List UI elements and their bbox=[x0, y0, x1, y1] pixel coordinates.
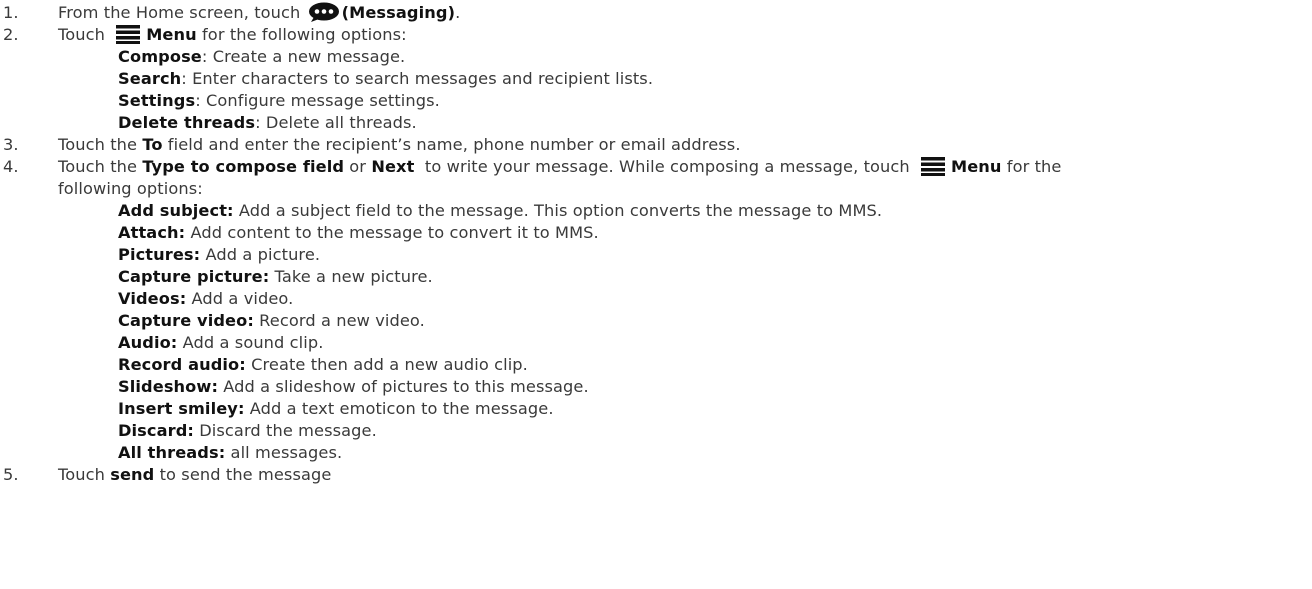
messaging-bubble-icon bbox=[308, 2, 340, 22]
step-text: Touch the Type to compose field or Next … bbox=[58, 156, 1062, 176]
step-4-continuation: following options: bbox=[58, 179, 203, 198]
menu-icon bbox=[919, 156, 947, 176]
option-item: Capture video: Record a new video. bbox=[118, 311, 425, 330]
step-number: 5. bbox=[3, 465, 19, 484]
step-text: Touch the To field and enter the recipie… bbox=[58, 135, 741, 154]
option-item: Delete threads: Delete all threads. bbox=[118, 113, 417, 132]
option-item: All threads: all messages. bbox=[118, 443, 343, 462]
step-4: 4. Touch the Type to compose field or Ne… bbox=[0, 156, 1312, 178]
step-number: 1. bbox=[3, 3, 19, 22]
instructions-document: 1. From the Home screen, touch (Messagin… bbox=[0, 0, 1312, 486]
option-item: Audio: Add a sound clip. bbox=[118, 333, 324, 352]
step-number: 3. bbox=[3, 135, 19, 154]
option-item: Videos: Add a video. bbox=[118, 289, 294, 308]
option-item: Compose: Create a new message. bbox=[118, 47, 406, 66]
step-5: 5. Touch send to send the message bbox=[0, 464, 1312, 486]
option-item: Capture picture: Take a new picture. bbox=[118, 267, 433, 286]
option-item: Settings: Configure message settings. bbox=[118, 91, 440, 110]
option-item: Discard: Discard the message. bbox=[118, 421, 377, 440]
step-1: 1. From the Home screen, touch (Messagin… bbox=[0, 2, 1312, 24]
menu-icon bbox=[114, 24, 142, 44]
option-item: Pictures: Add a picture. bbox=[118, 245, 321, 264]
option-item: Record audio: Create then add a new audi… bbox=[118, 355, 528, 374]
option-item: Attach: Add content to the message to co… bbox=[118, 223, 599, 242]
option-item: Insert smiley: Add a text emoticon to th… bbox=[118, 399, 554, 418]
option-item: Add subject: Add a subject field to the … bbox=[118, 201, 883, 220]
step-number: 2. bbox=[3, 25, 19, 44]
step-3: 3. Touch the To field and enter the reci… bbox=[0, 134, 1312, 156]
option-item: Slideshow: Add a slideshow of pictures t… bbox=[118, 377, 589, 396]
step-2: 2. Touch Menu for the following options: bbox=[0, 24, 1312, 46]
step-text: Touch send to send the message bbox=[58, 465, 332, 484]
step-number: 4. bbox=[3, 157, 19, 176]
step-text: Touch Menu for the following options: bbox=[58, 24, 407, 44]
option-item: Search: Enter characters to search messa… bbox=[118, 69, 654, 88]
step-text: From the Home screen, touch (Messaging). bbox=[58, 2, 461, 22]
